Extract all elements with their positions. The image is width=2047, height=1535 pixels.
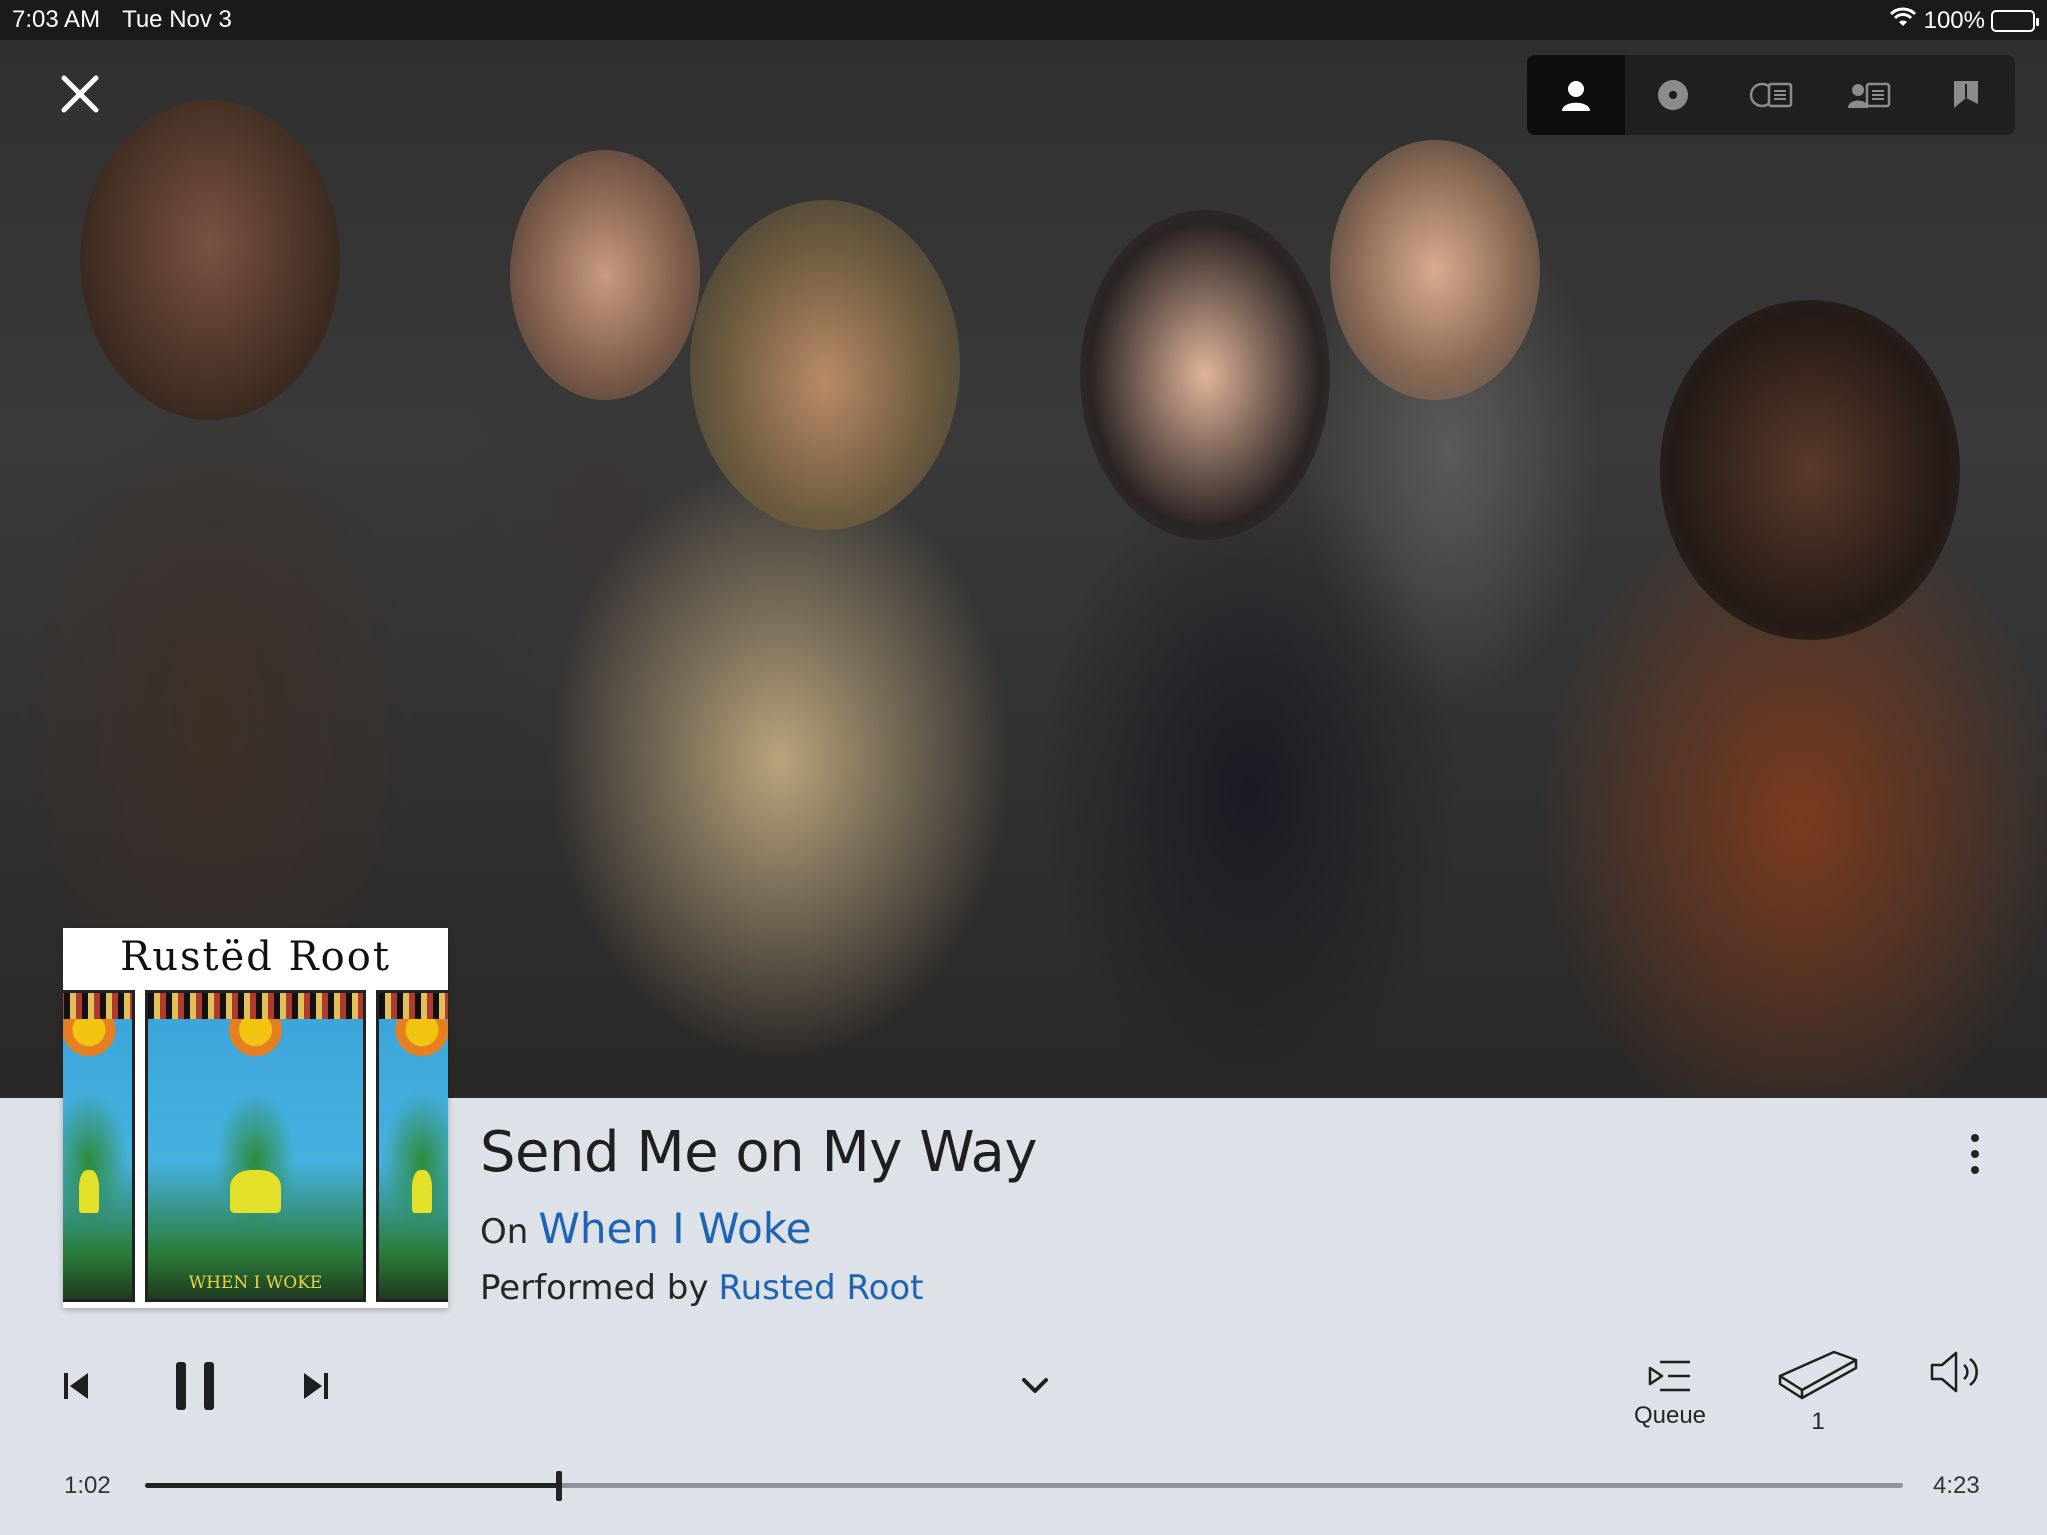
more-dot-icon bbox=[1971, 1134, 1979, 1142]
band-member-3 bbox=[690, 200, 960, 530]
rooms-button[interactable]: 1 bbox=[1770, 1338, 1866, 1444]
battery-percent: 100% bbox=[1923, 6, 1985, 34]
album-art-panel-center: WHEN I WOKE bbox=[145, 990, 366, 1302]
previous-track-button[interactable] bbox=[56, 1366, 96, 1406]
album-art-band-name: Rustëd Root bbox=[120, 934, 391, 980]
band-member-4 bbox=[1080, 210, 1330, 540]
wifi-icon bbox=[1888, 6, 1918, 35]
view-switcher bbox=[1527, 55, 2015, 135]
progress-thumb[interactable] bbox=[556, 1471, 563, 1501]
status-bar: 7:03 AM Tue Nov 3 100% bbox=[0, 0, 2047, 40]
person-info-icon bbox=[1847, 82, 1890, 108]
chevron-down-icon bbox=[1022, 1378, 1048, 1393]
artist-line: Performed by Rusted Root bbox=[480, 1268, 924, 1308]
band-member-2 bbox=[510, 150, 700, 400]
tab-album-view[interactable] bbox=[1625, 55, 1723, 135]
status-time: 7:03 AM bbox=[12, 6, 101, 33]
artist-prefix: Performed by bbox=[480, 1268, 709, 1308]
volume-button[interactable] bbox=[1926, 1344, 1986, 1400]
queue-icon bbox=[1648, 1360, 1690, 1392]
speaker-device-icon bbox=[1778, 1350, 1858, 1400]
queue-button[interactable]: Queue bbox=[1620, 1344, 1720, 1444]
album-line: On When I Woke bbox=[480, 1204, 811, 1253]
band-member-1 bbox=[80, 100, 340, 420]
skip-forward-icon bbox=[304, 1373, 328, 1399]
tab-album-info-view[interactable] bbox=[1722, 55, 1820, 135]
album-link[interactable]: When I Woke bbox=[538, 1204, 811, 1253]
band-member-6 bbox=[1660, 300, 1960, 640]
close-icon bbox=[61, 75, 99, 113]
skip-back-icon bbox=[64, 1373, 88, 1399]
tab-artist-view[interactable] bbox=[1527, 55, 1625, 135]
disc-icon bbox=[1658, 80, 1689, 110]
person-icon bbox=[1561, 81, 1590, 111]
progress-fill bbox=[145, 1483, 560, 1488]
close-button[interactable] bbox=[52, 66, 108, 122]
volume-icon bbox=[1930, 1351, 1978, 1393]
elapsed-time: 1:02 bbox=[64, 1472, 111, 1499]
pause-icon bbox=[176, 1362, 214, 1410]
disc-info-icon bbox=[1749, 82, 1793, 108]
album-art-title: WHEN I WOKE bbox=[188, 1273, 323, 1293]
progress-bar[interactable] bbox=[145, 1471, 1903, 1501]
more-options-button[interactable] bbox=[1955, 1126, 1995, 1182]
rooms-count: 1 bbox=[1811, 1408, 1825, 1435]
album-art-panel-right bbox=[376, 990, 448, 1302]
collapse-button[interactable] bbox=[1015, 1370, 1055, 1402]
total-time: 4:23 bbox=[1933, 1472, 1980, 1499]
pause-button[interactable] bbox=[170, 1356, 220, 1416]
band-member-5 bbox=[1330, 140, 1540, 400]
next-track-button[interactable] bbox=[296, 1366, 336, 1406]
queue-label: Queue bbox=[1633, 1402, 1707, 1429]
tab-lyrics-view[interactable] bbox=[1917, 55, 2015, 135]
album-art[interactable]: Rustëd Root WHEN I WOKE bbox=[63, 928, 448, 1308]
artist-link[interactable]: Rusted Root bbox=[718, 1268, 923, 1308]
more-dot-icon bbox=[1971, 1150, 1979, 1158]
booklet-icon bbox=[1954, 81, 1979, 108]
tab-artist-info-view[interactable] bbox=[1820, 55, 1918, 135]
album-prefix: On bbox=[480, 1212, 529, 1252]
battery-icon bbox=[1991, 9, 2039, 32]
track-title: Send Me on My Way bbox=[480, 1120, 1037, 1185]
album-art-panel-left bbox=[63, 990, 135, 1302]
more-dot-icon bbox=[1971, 1166, 1979, 1174]
status-date: Tue Nov 3 bbox=[122, 6, 232, 33]
